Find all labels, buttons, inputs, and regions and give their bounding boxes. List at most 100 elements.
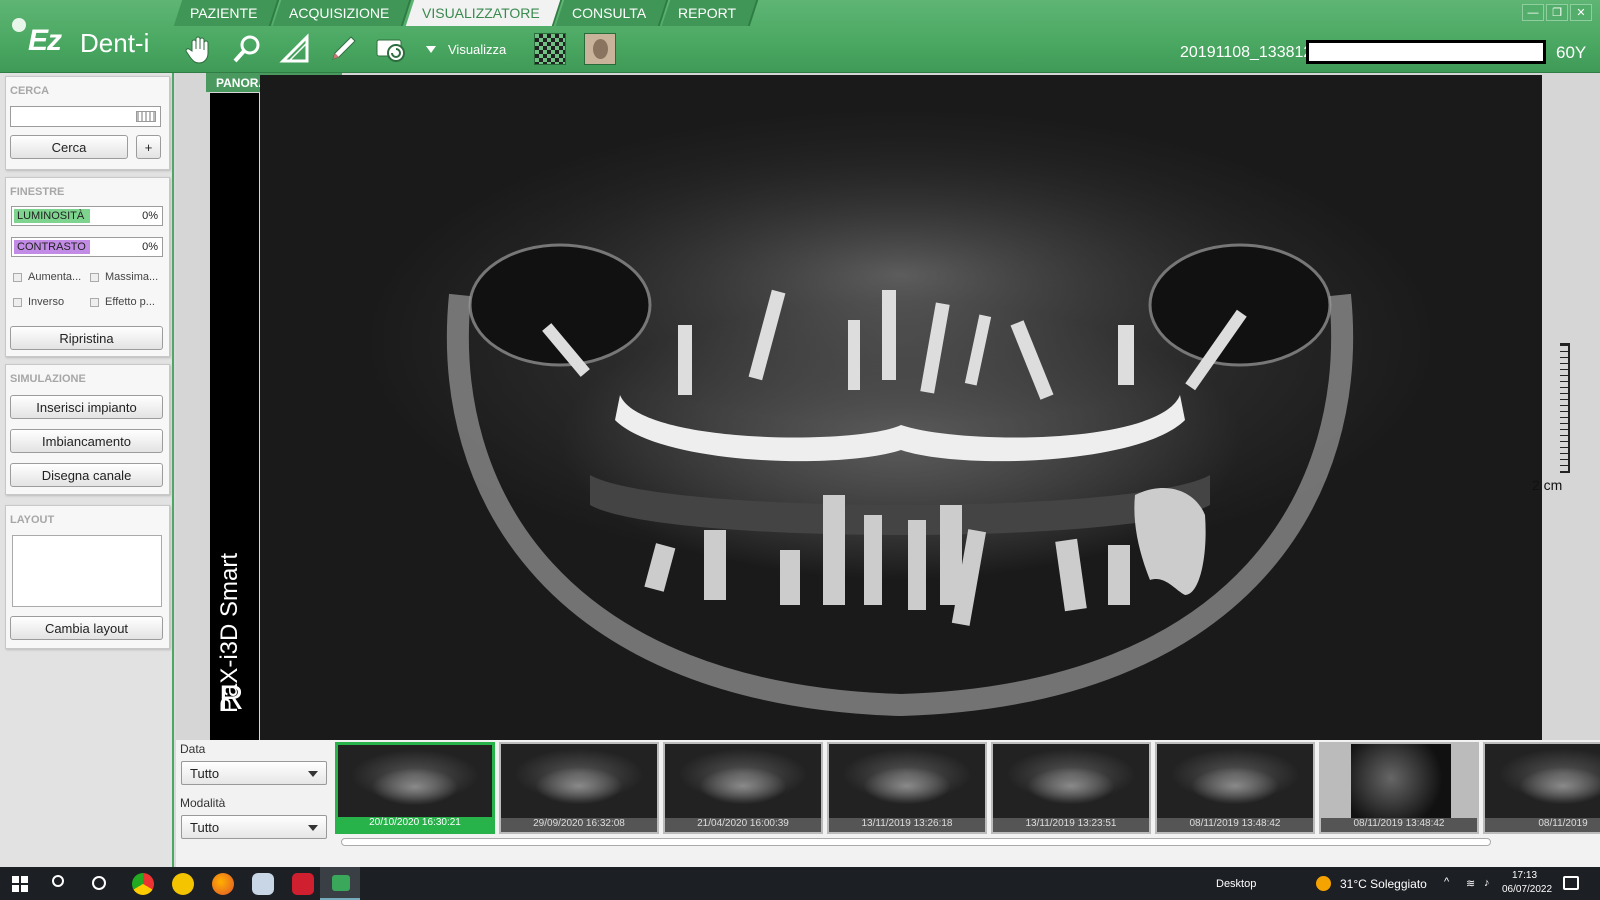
- logo-dot: [12, 18, 26, 32]
- image-viewer[interactable]: PANORAMICA PaX-i3D Smart R 2 cm: [176, 73, 1600, 740]
- chrome-icon[interactable]: [132, 873, 154, 895]
- contrast-slider[interactable]: CONTRASTO 0%: [11, 237, 163, 257]
- date-filter-select[interactable]: Tutto: [181, 761, 327, 785]
- search-title: CERCA: [10, 85, 50, 97]
- date-filter-value: Tutto: [190, 766, 220, 781]
- app-yellow-icon[interactable]: [172, 873, 194, 895]
- windows-start-icon[interactable]: [12, 876, 28, 892]
- insert-implant-button[interactable]: Inserisci impianto: [10, 395, 163, 419]
- task-view-icon[interactable]: [92, 876, 106, 890]
- search-icon[interactable]: [52, 875, 64, 887]
- firefox-icon[interactable]: [212, 873, 234, 895]
- xray-drawing: [446, 125, 1354, 717]
- thumbnail-strip: 20/10/2020 16:30:21 29/09/2020 16:32:08 …: [335, 742, 1600, 834]
- weather-text[interactable]: 31°C Soleggiato: [1340, 877, 1427, 891]
- thumbnail-item[interactable]: 08/11/2019 13:48:42: [1319, 742, 1479, 834]
- clock-time[interactable]: 17:13: [1512, 870, 1537, 881]
- tab-acquisizione[interactable]: ACQUISIZIONE: [273, 0, 413, 26]
- thumbnail-date: 29/09/2020 16:32:08: [501, 818, 657, 832]
- tray-chevron-icon[interactable]: ^: [1444, 876, 1449, 888]
- simulation-group: SIMULAZIONE Inserisci impianto Imbiancam…: [5, 364, 170, 495]
- checkbox-aumenta[interactable]: Aumenta...: [13, 271, 81, 283]
- capture-tool-button[interactable]: [372, 31, 410, 67]
- measurement-scale: [1560, 343, 1570, 473]
- app-window: Ez Dent-i PAZIENTE ACQUISIZIONE VISUALIZ…: [0, 0, 1600, 900]
- contrast-label: CONTRASTO: [17, 241, 86, 253]
- camera-refresh-icon: [376, 39, 405, 62]
- face-icon[interactable]: [584, 33, 617, 65]
- close-button[interactable]: ✕: [1570, 4, 1592, 21]
- ezdent-icon: [332, 875, 350, 891]
- add-button[interactable]: +: [136, 135, 161, 159]
- thumbnail-item[interactable]: 08/11/2019: [1483, 742, 1600, 834]
- logo-ez: Ez: [28, 24, 62, 57]
- draw-canal-button[interactable]: Disegna canale: [10, 463, 163, 487]
- clock-date[interactable]: 06/07/2022: [1502, 884, 1552, 895]
- checkbox-massima[interactable]: Massima...: [90, 271, 158, 283]
- maximize-button[interactable]: ❐: [1546, 4, 1568, 21]
- thumbnail-item[interactable]: 20/10/2020 16:30:21: [335, 742, 495, 834]
- change-layout-button[interactable]: Cambia layout: [10, 616, 163, 640]
- angle-icon: [279, 33, 309, 63]
- thumbnail-image: [1351, 744, 1451, 820]
- main-tabs: PAZIENTE ACQUISIZIONE VISUALIZZATORE CON…: [173, 0, 758, 26]
- keyboard-icon[interactable]: [136, 111, 156, 122]
- viewer-toolbar: Visualizza: [180, 30, 634, 68]
- thumbnail-item[interactable]: 13/11/2019 13:23:51: [991, 742, 1151, 834]
- checkbox-effetto[interactable]: Effetto p...: [90, 296, 155, 308]
- tab-visualizzatore[interactable]: VISUALIZZATORE: [405, 0, 562, 26]
- panoramic-xray-image[interactable]: [260, 75, 1542, 740]
- checker-icon[interactable]: [534, 33, 567, 65]
- search-input[interactable]: [10, 106, 161, 127]
- draw-tool-button[interactable]: [324, 31, 362, 67]
- thumbnail-image: [1485, 744, 1600, 820]
- thumbnail-item[interactable]: 13/11/2019 13:26:18: [827, 742, 987, 834]
- windows-group: FINESTRE LUMINOSITÀ 0% CONTRASTO 0% Aume…: [5, 177, 170, 357]
- date-filter-label: Data: [180, 742, 206, 756]
- checkbox-inverso[interactable]: Inverso: [13, 296, 64, 308]
- view-dropdown-label: Visualizza: [448, 41, 507, 57]
- modality-filter-label: Modalità: [180, 796, 226, 810]
- modality-filter-select[interactable]: Tutto: [181, 815, 327, 839]
- app-logo: Ez Dent-i: [12, 18, 172, 63]
- layout-preview[interactable]: [12, 535, 162, 607]
- hand-tool-button[interactable]: [180, 31, 218, 67]
- thumbnail-date: 08/11/2019: [1485, 818, 1600, 832]
- patient-age: 60Y: [1556, 43, 1587, 62]
- thumbnail-scrollbar[interactable]: [341, 838, 1491, 846]
- thumbnail-item[interactable]: 21/04/2020 16:00:39: [663, 742, 823, 834]
- zoom-tool-button[interactable]: [228, 31, 266, 67]
- patient-name-field: [1306, 40, 1546, 64]
- checkbox-inverso-label: Inverso: [28, 296, 65, 308]
- brightness-value: 0%: [142, 210, 158, 222]
- desktop-label[interactable]: Desktop: [1216, 878, 1256, 890]
- checkbox-box: [90, 297, 99, 307]
- notification-icon[interactable]: [1563, 876, 1579, 890]
- thumbnail-image: [829, 744, 985, 820]
- reset-button[interactable]: Ripristina: [10, 326, 163, 350]
- thumbnail-item[interactable]: 08/11/2019 13:48:42: [1155, 742, 1315, 834]
- minimize-button[interactable]: —: [1522, 4, 1544, 21]
- brightness-label: LUMINOSITÀ: [17, 210, 85, 222]
- app-red-icon[interactable]: [292, 873, 314, 895]
- device-strip: PaX-i3D Smart R: [210, 93, 259, 740]
- checkbox-effetto-label: Effetto p...: [105, 296, 155, 308]
- measure-tool-button[interactable]: [276, 31, 314, 67]
- ezdent-taskbar-item[interactable]: [320, 867, 360, 900]
- whitening-button[interactable]: Imbiancamento: [10, 429, 163, 453]
- thumbnail-image: [1157, 744, 1313, 820]
- thumbnail-date: 13/11/2019 13:23:51: [993, 818, 1149, 832]
- search-button[interactable]: Cerca: [10, 135, 128, 159]
- wifi-icon[interactable]: ≋: [1466, 877, 1475, 890]
- brightness-slider[interactable]: LUMINOSITÀ 0%: [11, 206, 163, 226]
- checkbox-massima-label: Massima...: [105, 271, 159, 283]
- app-cloud-icon[interactable]: [252, 873, 274, 895]
- tab-consulta[interactable]: CONSULTA: [555, 0, 668, 26]
- tab-report[interactable]: REPORT: [661, 0, 758, 26]
- tab-paziente[interactable]: PAZIENTE: [173, 0, 280, 26]
- thumbnail-item[interactable]: 29/09/2020 16:32:08: [499, 742, 659, 834]
- volume-icon[interactable]: ♪: [1484, 877, 1490, 889]
- checkbox-box: [13, 272, 22, 282]
- view-dropdown[interactable]: Visualizza: [426, 42, 506, 57]
- chevron-down-icon: [426, 45, 436, 53]
